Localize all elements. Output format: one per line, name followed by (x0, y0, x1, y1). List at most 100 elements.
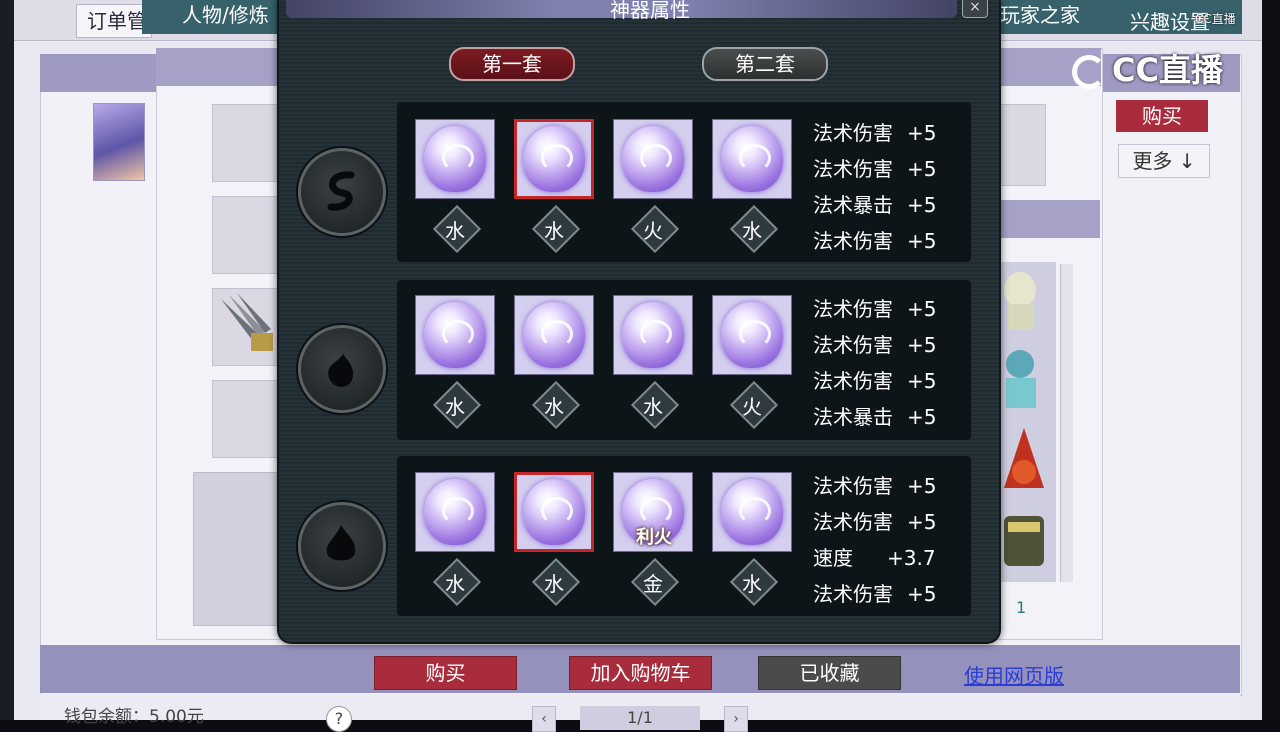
element-label: 水 (544, 395, 564, 419)
favorited-button[interactable]: 已收藏 (758, 656, 901, 690)
dialog-title: 神器属性 (610, 0, 690, 22)
part-medallion-1[interactable] (298, 148, 386, 236)
pet-icon[interactable] (996, 342, 1054, 418)
nav-item-home[interactable]: 玩家之家 (1000, 0, 1080, 30)
stat-row: 法术伤害 +5 (813, 506, 936, 535)
gem-swirl-icon (739, 497, 771, 525)
gem-slot[interactable] (514, 472, 594, 552)
stat-row: 法术伤害 +5 (813, 470, 936, 499)
stat-row: 法术伤害 +5 (813, 578, 936, 607)
gem-icon (721, 479, 783, 545)
element-label: 水 (742, 219, 762, 243)
element-label: 火 (643, 219, 663, 243)
claw-weapon-icon[interactable] (212, 288, 278, 366)
pet-icon[interactable] (996, 422, 1054, 498)
gem-swirl-icon (640, 144, 672, 172)
stat-name: 速度 (813, 546, 853, 570)
gem-swirl-icon (541, 497, 573, 525)
prev-page-button[interactable]: ‹ (532, 706, 556, 732)
stat-value: +5 (907, 229, 937, 253)
element-label: 水 (445, 219, 465, 243)
gem-swirl-icon (640, 497, 672, 525)
stat-value: +5 (907, 121, 937, 145)
element-label: 水 (742, 572, 762, 596)
close-icon[interactable]: × (962, 0, 988, 18)
right-game-strip (1262, 0, 1280, 720)
stat-value: +3.7 (887, 546, 936, 570)
splash-emblem-icon (328, 354, 354, 387)
item-count: 1 (1016, 598, 1027, 617)
gem-slot[interactable] (613, 119, 693, 199)
element-label: 水 (544, 219, 564, 243)
pet-icon[interactable] (996, 262, 1054, 338)
help-icon[interactable]: ? (326, 706, 352, 732)
stat-name: 法术伤害 (813, 510, 893, 534)
element-label: 火 (742, 395, 762, 419)
gem-slot[interactable] (712, 295, 792, 375)
stat-value: +5 (907, 582, 937, 606)
tab-set-one[interactable]: 第一套 (449, 47, 575, 81)
cc-live-small-watermark: CC直播 (1195, 12, 1236, 26)
element-label: 金 (643, 572, 663, 596)
gem-swirl-icon (739, 144, 771, 172)
order-manage-tab[interactable]: 订单管 (76, 4, 152, 38)
equipment-slot-large[interactable] (193, 472, 280, 626)
pet-list-scrollbar[interactable] (1060, 264, 1073, 582)
gem-swirl-icon (442, 497, 474, 525)
left-game-strip (0, 0, 14, 720)
element-label: 水 (544, 572, 564, 596)
stat-name: 法术暴击 (813, 405, 893, 429)
stat-name: 法术伤害 (813, 474, 893, 498)
gem-slot[interactable] (415, 119, 495, 199)
gem-icon (622, 126, 684, 192)
gem-icon (424, 479, 486, 545)
gem-icon (721, 302, 783, 368)
stat-row: 法术伤害 +5 (813, 329, 936, 358)
stat-value: +5 (907, 405, 937, 429)
nav-item-character[interactable]: 人物/修炼 (182, 0, 269, 30)
cc-brand-text: CC直播 (1112, 51, 1223, 89)
gem-swirl-icon (541, 144, 573, 172)
gem-swirl-icon (442, 320, 474, 348)
right-panel-header (1000, 200, 1100, 238)
part-medallion-2[interactable] (298, 325, 386, 413)
page-indicator: 1/1 (580, 706, 700, 730)
equipment-slot[interactable] (212, 196, 278, 274)
tab-set-two[interactable]: 第二套 (702, 47, 828, 81)
gem-swirl-icon (442, 144, 474, 172)
buy-button[interactable]: 购买 (374, 656, 517, 690)
stat-name: 法术伤害 (813, 333, 893, 357)
gem-slot[interactable] (514, 295, 594, 375)
equipment-slot[interactable] (212, 104, 278, 182)
stat-row: 法术伤害 +5 (813, 225, 936, 254)
gem-slot[interactable] (415, 472, 495, 552)
stat-name: 法术伤害 (813, 297, 893, 321)
gem-slot[interactable] (712, 119, 792, 199)
pet-icon[interactable] (996, 502, 1054, 578)
stat-value: +5 (907, 369, 937, 393)
stat-name: 法术伤害 (813, 369, 893, 393)
stat-value: +5 (907, 510, 937, 534)
gem-slot[interactable]: 利火 (613, 472, 693, 552)
gem-slot[interactable] (415, 295, 495, 375)
web-version-link[interactable]: 使用网页版 (964, 660, 1064, 689)
next-page-button[interactable]: › (724, 706, 748, 732)
stat-value: +5 (907, 193, 937, 217)
gem-icon (523, 126, 585, 192)
gem-slot[interactable] (514, 119, 594, 199)
gem-icon (622, 302, 684, 368)
character-avatar[interactable] (93, 103, 145, 181)
part-medallion-3[interactable] (298, 502, 386, 590)
more-button[interactable]: 更多 ↓ (1118, 144, 1210, 178)
stat-row: 法术暴击 +5 (813, 401, 936, 430)
gem-icon (523, 479, 585, 545)
stat-value: +5 (907, 333, 937, 357)
equipment-slot[interactable] (212, 380, 278, 458)
gem-slot[interactable] (613, 295, 693, 375)
gem-icon (424, 126, 486, 192)
gem-slot[interactable] (712, 472, 792, 552)
right-item-slot[interactable] (1000, 104, 1046, 186)
buy-button-top[interactable]: 购买 (1116, 100, 1208, 132)
cc-live-watermark: CC直播 (1072, 50, 1242, 90)
add-to-cart-button[interactable]: 加入购物车 (569, 656, 712, 690)
